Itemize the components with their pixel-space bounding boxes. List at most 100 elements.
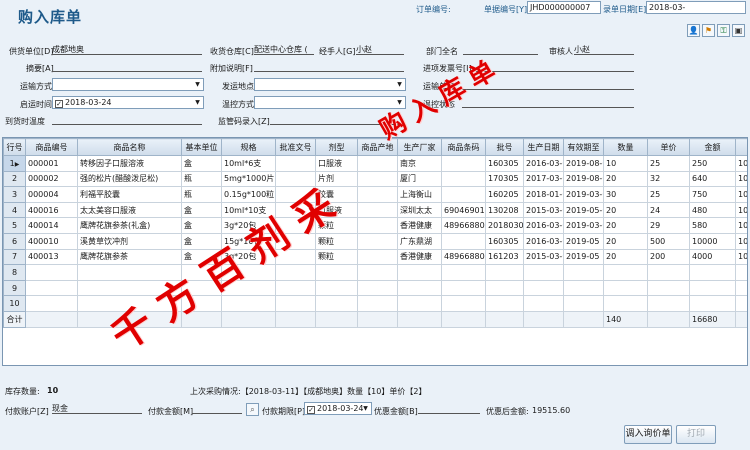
cell-price[interactable]: 29 — [647, 217, 690, 234]
print-button[interactable]: 打印 — [676, 425, 716, 444]
cell-extra[interactable] — [735, 279, 747, 297]
dept-field[interactable] — [463, 44, 538, 55]
row-number[interactable]: 10 — [3, 295, 26, 312]
column-header[interactable]: 批准文号 — [275, 138, 316, 156]
cell-price[interactable]: 32 — [647, 170, 690, 188]
cell-extra[interactable]: 100 — [735, 155, 747, 172]
cell-prod[interactable] — [523, 295, 564, 312]
cell-form[interactable]: 口服液 — [315, 155, 358, 172]
cell-origin[interactable] — [357, 232, 398, 250]
arrival-temp-field[interactable] — [52, 114, 202, 125]
row-number[interactable]: 1▶ — [3, 155, 26, 172]
ship-from-select[interactable]: ▼ — [254, 78, 406, 91]
supervise-field[interactable] — [270, 114, 406, 125]
cell-price[interactable] — [647, 295, 690, 312]
cell-qty[interactable]: 20 — [603, 217, 648, 234]
cell-qty[interactable]: 20 — [603, 232, 648, 250]
cell-spec[interactable] — [221, 279, 276, 297]
pay-due-icon[interactable]: ⌕ — [246, 403, 259, 416]
cell-expiry[interactable] — [563, 264, 604, 281]
cell-barcode[interactable] — [441, 264, 486, 281]
cell-batch[interactable]: 160305 — [485, 155, 524, 172]
column-header[interactable]: 规格 — [221, 138, 276, 156]
column-header[interactable]: 生产厂家 — [397, 138, 442, 156]
cell-name[interactable]: 溪黄草饮冲剂 — [77, 232, 182, 250]
cell-spec[interactable]: 3g*20包 — [221, 248, 276, 266]
cell-unit[interactable]: 盒 — [181, 155, 222, 172]
cell-form[interactable]: 颗粒 — [315, 232, 358, 250]
table-row[interactable]: 1▶ 000001 转移因子口服溶液盒 10ml*6支 口服液 南京 160305 2016-… — [3, 155, 747, 172]
cell-prod[interactable] — [523, 279, 564, 297]
row-number[interactable]: 9 — [3, 279, 26, 297]
cell-extra[interactable]: 100 — [735, 170, 747, 188]
cell-amount[interactable] — [689, 279, 736, 297]
cell-maker[interactable]: 上海衡山 — [397, 186, 442, 203]
temp-mode-select[interactable]: ▼ — [254, 96, 406, 109]
cell-qty[interactable] — [603, 295, 648, 312]
find-icon[interactable]: ⚑ — [702, 24, 715, 37]
table-row[interactable]: 10 — [3, 295, 747, 312]
cell-barcode[interactable]: 4896688011 — [441, 217, 486, 234]
cell-form[interactable] — [315, 279, 358, 297]
cell-prod[interactable]: 2018-01-02 — [523, 186, 564, 203]
cell-expiry[interactable]: 2019-05 — [563, 248, 604, 266]
cell-unit[interactable] — [181, 295, 222, 312]
cell-qty[interactable]: 20 — [603, 201, 648, 219]
cell-approval[interactable] — [275, 295, 316, 312]
cell-barcode[interactable] — [441, 170, 486, 188]
cell-amount[interactable]: 750 — [689, 186, 736, 203]
pay-due-checkbox[interactable]: ✓ — [307, 406, 315, 414]
cell-barcode[interactable] — [441, 295, 486, 312]
pay-account-field[interactable]: 现金 — [52, 403, 142, 414]
cell-unit[interactable]: 盒 — [181, 232, 222, 250]
cell-extra[interactable]: 100 — [735, 201, 747, 219]
cell-prod[interactable]: 2015-03-05 — [523, 201, 564, 219]
supplier-field[interactable]: 成都地奥 — [52, 44, 202, 55]
cell-origin[interactable] — [357, 186, 398, 203]
discount-field[interactable] — [418, 403, 480, 414]
cell-barcode[interactable]: 4896688011 — [441, 248, 486, 266]
cell-approval[interactable] — [275, 264, 316, 281]
cell-name[interactable]: 转移因子口服溶液 — [77, 155, 182, 172]
cell-extra[interactable]: 100 — [735, 186, 747, 203]
column-header[interactable]: 基本单位 — [181, 138, 222, 156]
row-number[interactable]: 4 — [3, 201, 26, 219]
cell-form[interactable]: 颗粒 — [315, 217, 358, 234]
cell-prod[interactable]: 2017-03-05 — [523, 170, 564, 188]
cell-maker[interactable] — [397, 295, 442, 312]
cell-maker[interactable]: 香港健康 — [397, 248, 442, 266]
row-number[interactable]: 2 — [3, 170, 26, 188]
cell-extra[interactable]: 100 — [735, 232, 747, 250]
column-header[interactable]: 行号 — [3, 138, 26, 156]
cell-expiry[interactable] — [563, 279, 604, 297]
cell-qty[interactable] — [603, 279, 648, 297]
cell-code[interactable]: 000002 — [25, 170, 78, 188]
column-header[interactable]: 金额 — [689, 138, 736, 156]
cell-expiry[interactable]: 2019-03-05 — [563, 186, 604, 203]
cell-batch[interactable]: 160205 — [485, 186, 524, 203]
cell-approval[interactable] — [275, 170, 316, 188]
summary-field[interactable] — [52, 61, 202, 72]
cell-expiry[interactable]: 2019-05-08 — [563, 201, 604, 219]
cell-amount[interactable]: 580 — [689, 217, 736, 234]
cell-form[interactable]: 胶囊 — [315, 186, 358, 203]
column-header[interactable] — [735, 138, 747, 156]
cell-form[interactable]: 口服液 — [315, 201, 358, 219]
cell-barcode[interactable] — [441, 186, 486, 203]
cell-price[interactable]: 500 — [647, 232, 690, 250]
cell-maker[interactable]: 香港健康 — [397, 217, 442, 234]
cell-barcode[interactable]: 6904690180 — [441, 201, 486, 219]
reviewer-field[interactable]: 小赵 — [574, 44, 634, 55]
cell-qty[interactable]: 30 — [603, 186, 648, 203]
cell-prod[interactable]: 2016-03-05 — [523, 217, 564, 234]
cell-prod[interactable]: 2016-03-04 — [523, 232, 564, 250]
cell-qty[interactable]: 10 — [603, 155, 648, 172]
cell-barcode[interactable] — [441, 279, 486, 297]
cell-spec[interactable]: 10ml*10支 — [221, 201, 276, 219]
cell-name[interactable]: 鹰牌花旗参茶(礼盒) — [77, 217, 182, 234]
cell-price[interactable]: 24 — [647, 201, 690, 219]
invoice-field[interactable] — [476, 61, 634, 72]
column-header[interactable]: 数量 — [603, 138, 648, 156]
cell-approval[interactable] — [275, 155, 316, 172]
cell-amount[interactable]: 4000 — [689, 248, 736, 266]
